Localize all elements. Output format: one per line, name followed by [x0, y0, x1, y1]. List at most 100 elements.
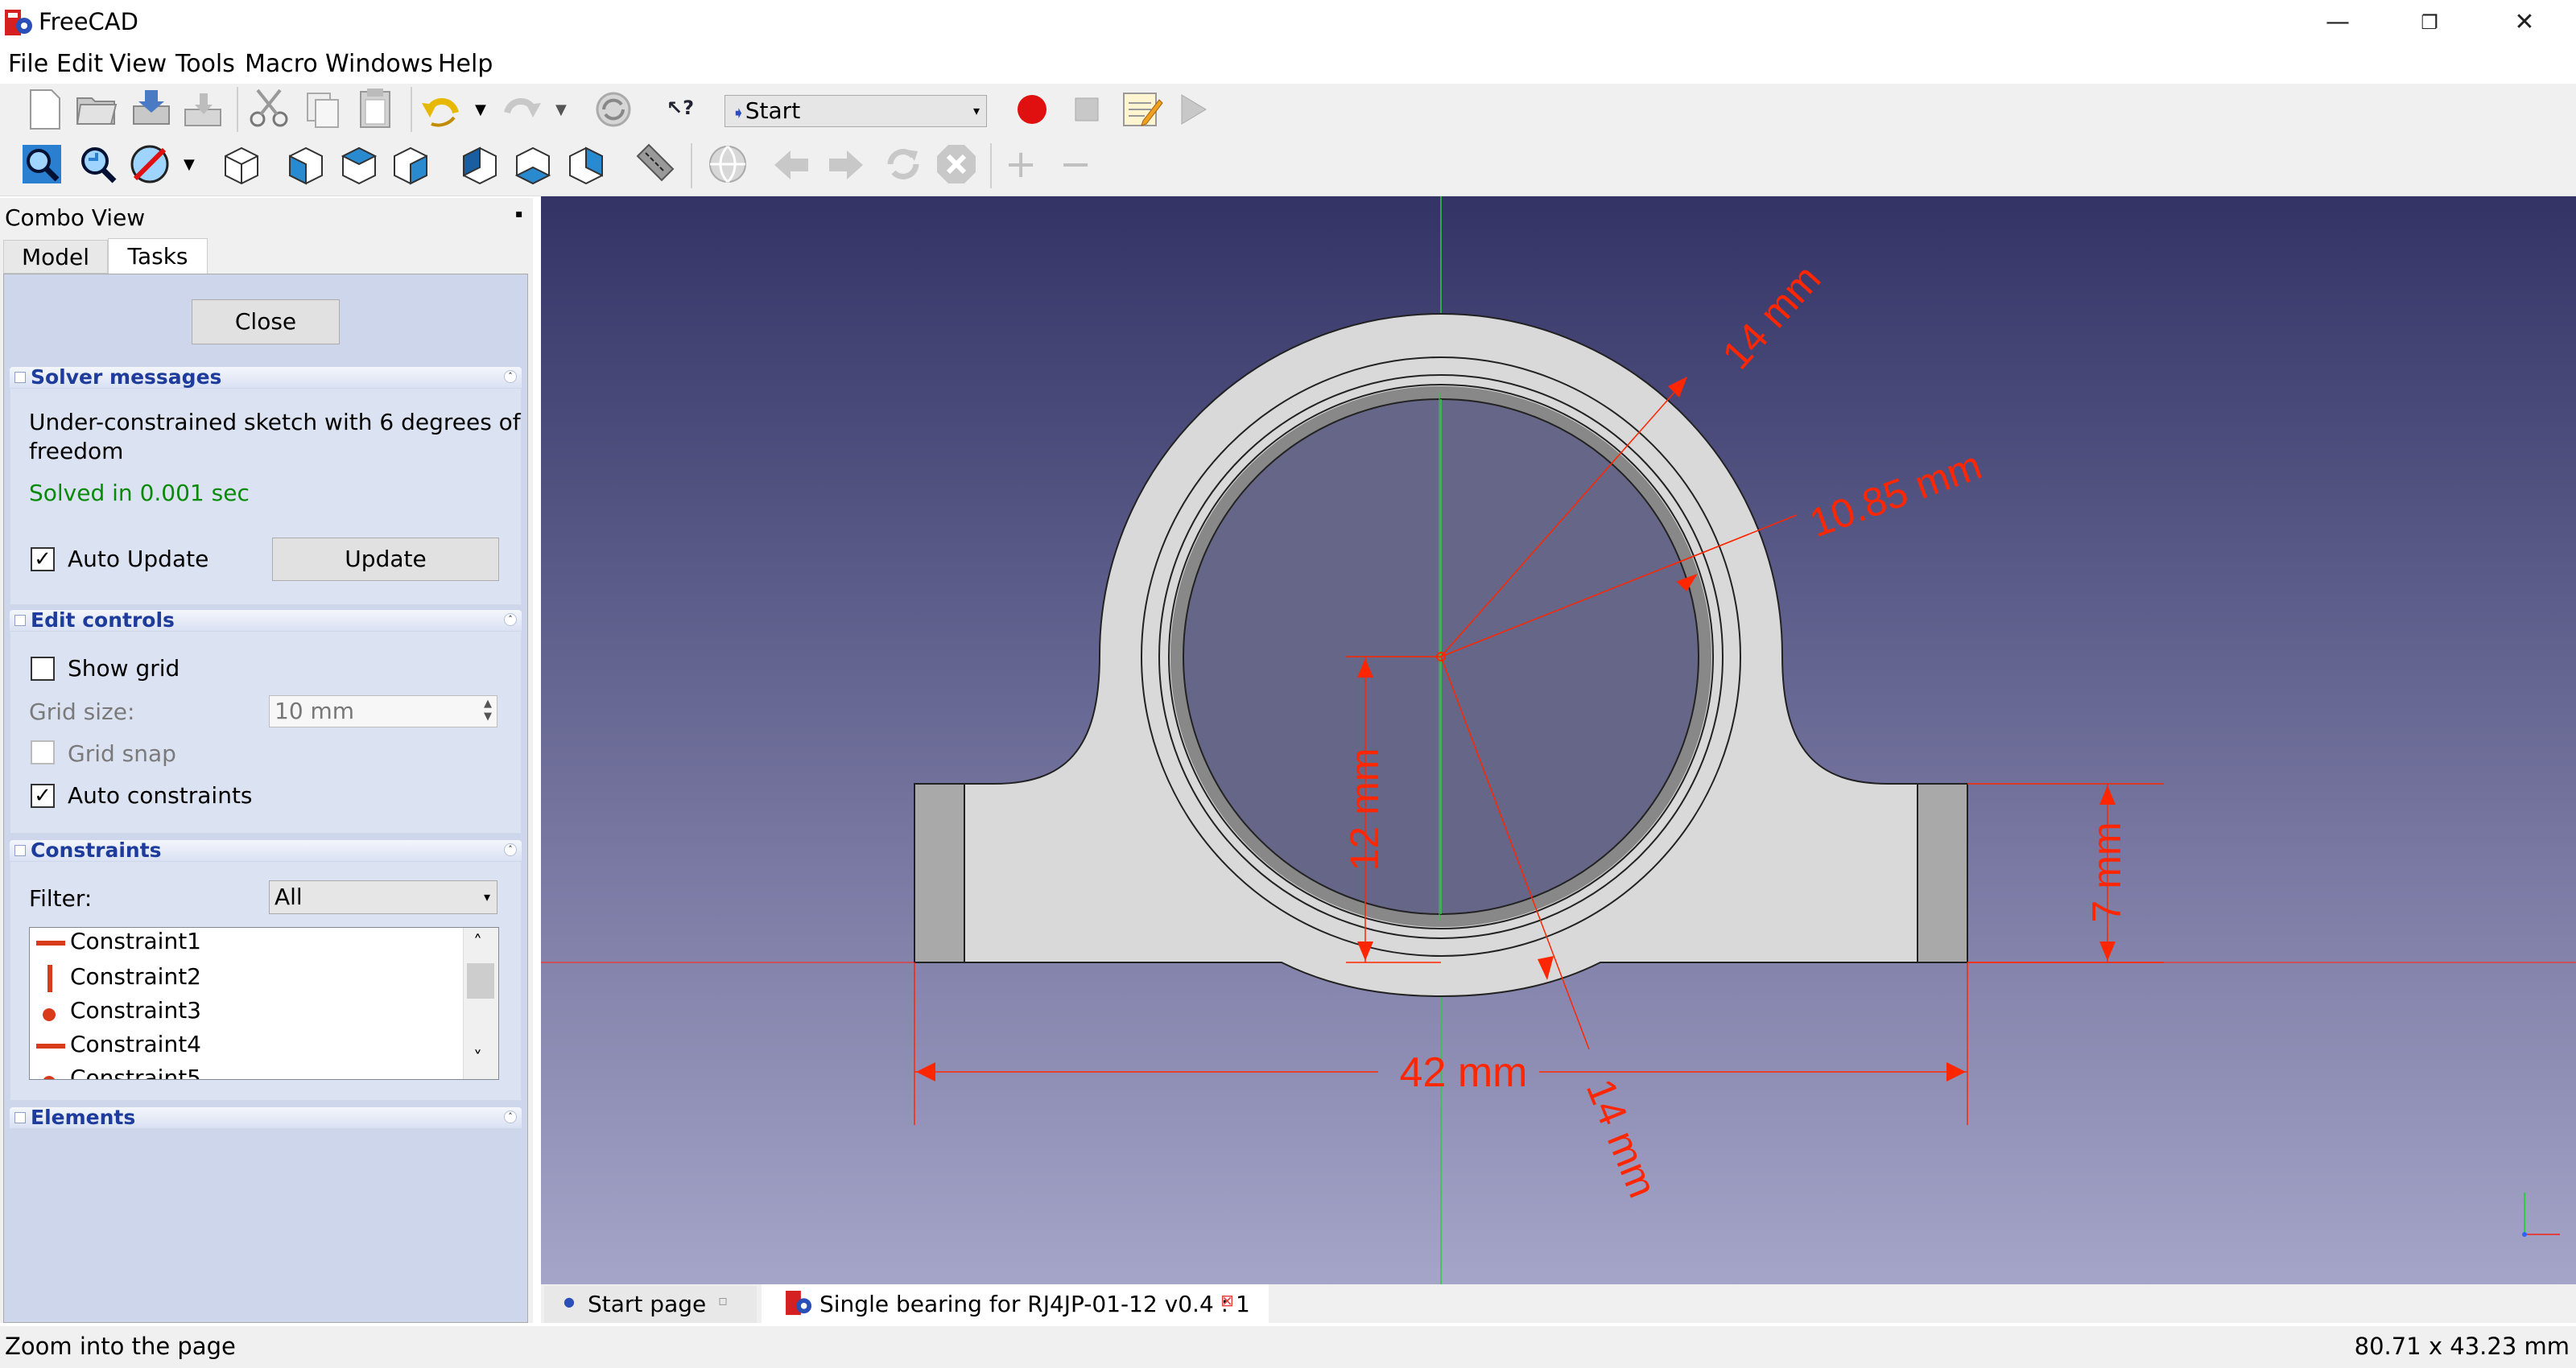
- reload-icon[interactable]: [882, 143, 924, 185]
- measure-icon[interactable]: [633, 140, 678, 185]
- dimension-label-12mm[interactable]: 12 mm: [1342, 748, 1387, 871]
- menu-windows[interactable]: Windows: [325, 50, 433, 78]
- grid-snap-checkbox[interactable]: [31, 740, 55, 764]
- tab-model[interactable]: Model: [3, 240, 108, 274]
- menu-file[interactable]: File: [8, 50, 48, 78]
- save-as-icon[interactable]: [180, 87, 225, 132]
- dimension-arrow: [1946, 1062, 1966, 1082]
- list-item[interactable]: Constraint5: [70, 1065, 201, 1079]
- toolbar-separator: [237, 87, 238, 132]
- dimension-arrow: [1668, 377, 1687, 398]
- draw-style-icon[interactable]: [127, 142, 172, 187]
- dimension-label-14mm-lower[interactable]: 14 mm: [1578, 1073, 1666, 1204]
- menu-macro[interactable]: Macro: [245, 50, 318, 78]
- forward-icon[interactable]: [826, 145, 866, 185]
- close-window-button[interactable]: ✕: [2502, 5, 2547, 40]
- macro-stop-icon[interactable]: [1067, 90, 1106, 129]
- stop-icon[interactable]: [935, 143, 977, 185]
- right-side-face[interactable]: [1917, 783, 1968, 963]
- list-item[interactable]: Constraint3: [70, 997, 201, 1024]
- auto-constraints-label: Auto constraints: [68, 782, 253, 809]
- elements-header[interactable]: Elements ˄: [10, 1107, 522, 1128]
- dimension-label-7mm[interactable]: 7 mm: [2084, 822, 2129, 923]
- dimension-label-14mm-upper[interactable]: 14 mm: [1714, 256, 1830, 377]
- workbench-selector[interactable]: ➧Start ▾: [724, 95, 987, 127]
- sketch-canvas[interactable]: 14 mm 10.85 mm 12 mm 7 mm 42 mm 14 mm: [541, 196, 2576, 1284]
- refresh-icon[interactable]: [591, 87, 636, 132]
- undo-dropdown-icon[interactable]: ▼: [475, 101, 486, 118]
- collapse-icon[interactable]: ˄: [504, 613, 517, 626]
- tab-tasks[interactable]: Tasks: [108, 238, 208, 274]
- copy-icon[interactable]: [301, 87, 346, 132]
- zoom-out-icon[interactable]: −: [1059, 143, 1092, 185]
- top-view-icon[interactable]: [336, 142, 382, 187]
- update-button[interactable]: Update: [272, 538, 499, 581]
- tab-close-icon[interactable]: ⊠: [1220, 1291, 1234, 1310]
- zoom-in-icon[interactable]: +: [1005, 143, 1037, 185]
- coincident-constraint-icon: [43, 1076, 56, 1079]
- whats-this-icon[interactable]: ↖?: [667, 97, 694, 119]
- tab-start-page[interactable]: ● Start page ▫: [544, 1286, 757, 1323]
- fit-selection-icon[interactable]: [74, 142, 119, 187]
- menu-edit[interactable]: Edit: [56, 50, 103, 78]
- list-item[interactable]: Constraint2: [70, 963, 201, 990]
- new-file-icon[interactable]: [23, 87, 68, 132]
- dimension-label-42mm[interactable]: 42 mm: [1400, 1049, 1528, 1096]
- bottom-view-icon[interactable]: [510, 142, 555, 187]
- title-bar: [0, 0, 2576, 45]
- menu-help[interactable]: Help: [438, 50, 493, 78]
- auto-update-checkbox[interactable]: ✓: [31, 547, 55, 571]
- list-item[interactable]: Constraint1: [70, 928, 201, 954]
- collapse-icon[interactable]: ˄: [504, 370, 517, 383]
- tab-single-bearing[interactable]: Single bearing for RJ4JP-01-12 v0.4 : 1 …: [762, 1284, 1269, 1323]
- 3d-viewport[interactable]: 14 mm 10.85 mm 12 mm 7 mm 42 mm 14 mm: [541, 196, 2576, 1284]
- undo-icon[interactable]: [419, 87, 464, 132]
- left-side-face[interactable]: [914, 783, 965, 963]
- workbench-label: Start: [745, 97, 801, 124]
- auto-constraints-checkbox[interactable]: ✓: [31, 784, 55, 808]
- constraints-header[interactable]: Constraints ˄: [10, 840, 522, 861]
- show-grid-checkbox[interactable]: [31, 657, 55, 681]
- open-file-icon[interactable]: [74, 85, 119, 130]
- isometric-view-icon[interactable]: [219, 142, 264, 187]
- draw-style-dropdown-icon[interactable]: ▼: [184, 156, 195, 173]
- solver-messages-header[interactable]: Solver messages ˄: [10, 367, 522, 388]
- scrollbar[interactable]: ˄ ˅: [463, 928, 498, 1079]
- collapse-icon[interactable]: ˄: [504, 843, 517, 856]
- filter-select[interactable]: All ▾: [269, 880, 497, 914]
- edit-controls-title: Edit controls: [31, 610, 175, 631]
- edit-controls-header[interactable]: Edit controls ˄: [10, 610, 522, 631]
- scroll-down-icon[interactable]: ˅: [473, 1049, 482, 1069]
- scrollbar-thumb[interactable]: [467, 963, 494, 999]
- macro-run-icon[interactable]: [1174, 89, 1212, 130]
- left-view-icon[interactable]: [564, 142, 609, 187]
- web-home-icon[interactable]: [707, 143, 749, 185]
- back-icon[interactable]: [771, 145, 811, 185]
- cut-icon[interactable]: [246, 85, 291, 130]
- dimension-label-10-85mm[interactable]: 10.85 mm: [1804, 443, 1988, 546]
- macro-record-icon[interactable]: [1011, 89, 1053, 130]
- fit-all-icon[interactable]: [19, 142, 64, 187]
- redo-dropdown-icon[interactable]: ▼: [555, 101, 567, 118]
- tab-close-icon[interactable]: ▫: [718, 1292, 728, 1309]
- list-item[interactable]: Constraint4: [70, 1031, 201, 1057]
- constraints-list[interactable]: Constraint1 Constraint2 Constraint3 Cons…: [29, 927, 499, 1080]
- menu-view[interactable]: View: [109, 50, 167, 78]
- redo-icon[interactable]: [499, 87, 544, 132]
- rear-view-icon[interactable]: [457, 142, 502, 187]
- front-view-icon[interactable]: [283, 142, 328, 187]
- minimize-button[interactable]: —: [2315, 5, 2360, 40]
- maximize-button[interactable]: ❐: [2407, 5, 2452, 40]
- grid-size-spinbox[interactable]: 10 mm ▲ ▼: [269, 695, 497, 727]
- menu-tools[interactable]: Tools: [175, 50, 235, 78]
- right-view-icon[interactable]: [388, 142, 433, 187]
- collapse-icon[interactable]: ˄: [504, 1110, 517, 1123]
- workbench-arrow-icon: ➧: [732, 103, 745, 122]
- save-icon[interactable]: [129, 85, 174, 130]
- paste-icon[interactable]: [354, 85, 399, 130]
- close-task-button[interactable]: Close: [192, 299, 340, 344]
- scroll-up-icon[interactable]: ˄: [473, 933, 482, 953]
- spin-arrows-icon[interactable]: ▲ ▼: [484, 698, 492, 723]
- macro-edit-icon[interactable]: [1119, 85, 1164, 130]
- dock-float-icon[interactable]: ▪: [515, 208, 523, 220]
